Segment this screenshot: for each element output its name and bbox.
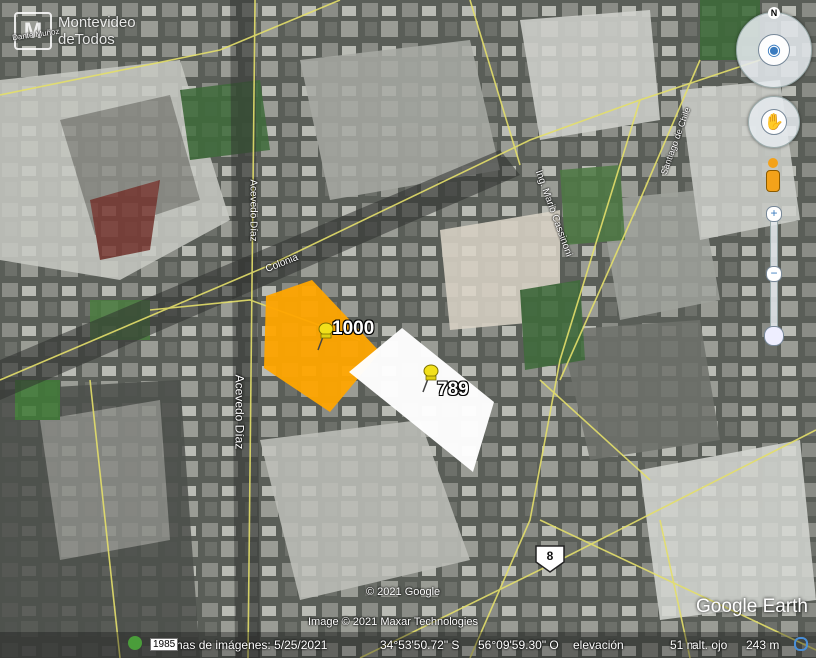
longitude: 56°09'59.30" O (478, 638, 559, 652)
historical-date-badge[interactable]: 1985 (150, 638, 179, 651)
status-bar: fechas de imágenes: 5/25/2021 34°53'50.7… (0, 632, 816, 658)
historical-imagery-icon[interactable] (128, 636, 142, 650)
marker-label-1000[interactable]: 1000 (332, 318, 374, 340)
elevation-label: elevación (573, 638, 624, 652)
google-earth-brand: Google Earth (696, 596, 808, 617)
satellite-imagery[interactable] (0, 0, 816, 658)
eye-alt-value: 243 m (746, 638, 780, 652)
zoom-out-button[interactable]: − (766, 266, 782, 282)
imagery-credit: Image © 2021 Maxar Technologies (308, 616, 478, 628)
route-shield-number: 8 (546, 549, 554, 563)
hand-icon[interactable]: ✋ (761, 109, 787, 135)
north-indicator[interactable]: N (768, 7, 780, 19)
zoom-slider-thumb[interactable] (764, 326, 784, 346)
zoom-in-button[interactable]: + (766, 206, 782, 222)
imagery-date: fechas de imágenes: 5/25/2021 (160, 638, 328, 652)
copyright-google: © 2021 Google (366, 586, 441, 598)
watermark-line2: deTodos (58, 31, 115, 48)
eye-icon[interactable]: ◉ (758, 34, 790, 66)
streaming-indicator-icon (794, 637, 808, 651)
eye-alt-label: alt. ojo (692, 638, 728, 652)
street-label-acevedo-upper: Acevedo Díaz (247, 179, 259, 242)
street-label-acevedo-lower: Acevedo Díaz (232, 374, 247, 450)
navigation-controls[interactable]: ◉ N ✋ + − (726, 0, 816, 360)
map-viewport[interactable]: M Montevideo deTodos Dante Muñoz Acevedo… (0, 0, 816, 658)
marker-label-789[interactable]: 789 (437, 379, 469, 401)
watermark-line1: Montevideo (58, 14, 136, 31)
pegman-icon[interactable] (766, 158, 780, 194)
latitude: 34°53'50.72" S (380, 638, 460, 652)
